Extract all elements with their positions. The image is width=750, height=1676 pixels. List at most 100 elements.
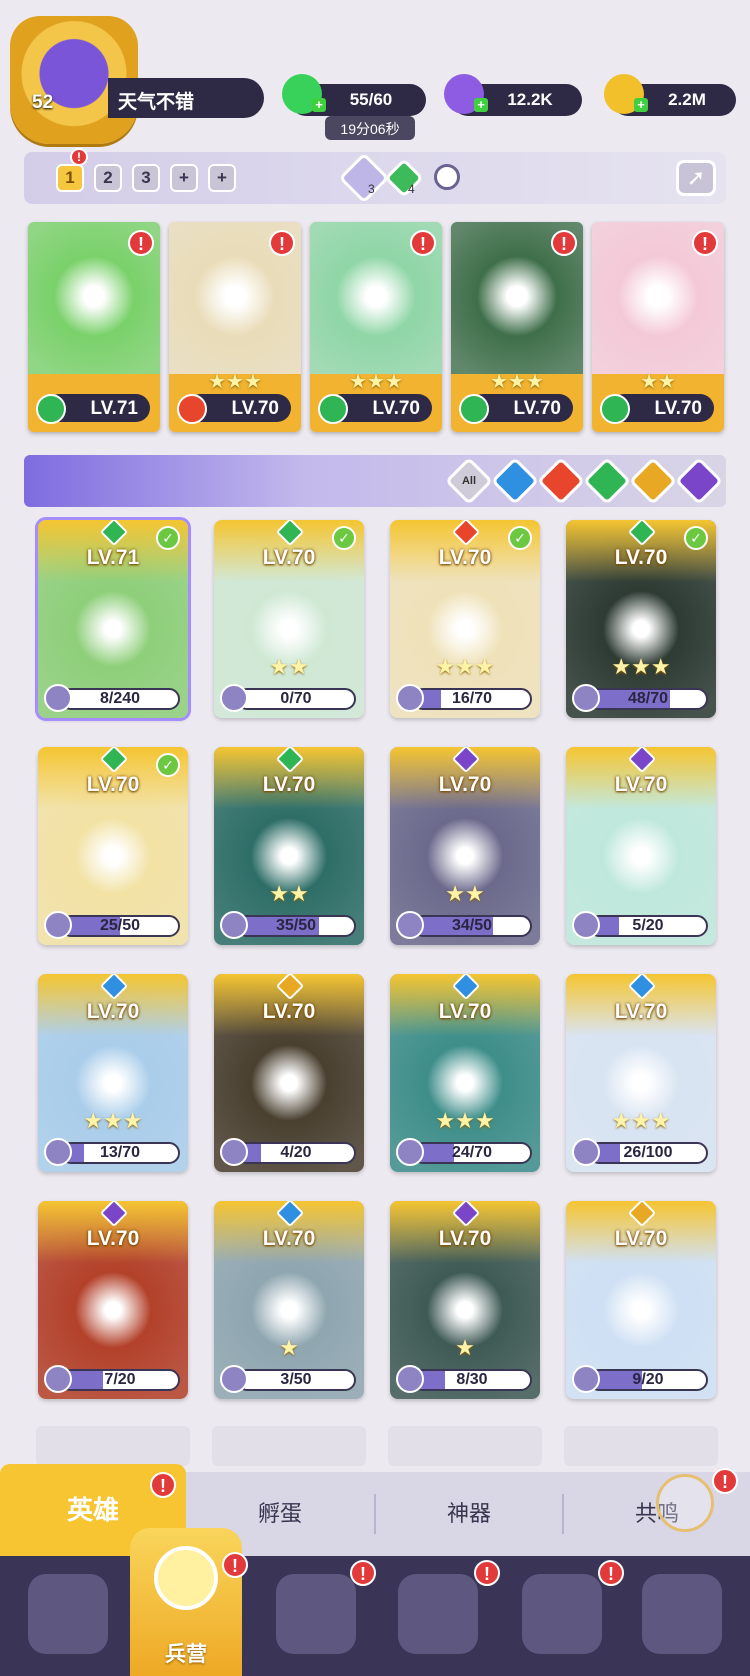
hero-card[interactable]: LV.70 9/20 [566,1201,716,1399]
shard-icon [220,1365,248,1393]
shard-progress-bar: 9/20 [588,1369,708,1391]
alert-icon: ! [474,1560,500,1586]
team-hero-card[interactable]: ★★ LV.70! [592,222,724,432]
shard-icon [572,1138,600,1166]
nav-book-icon[interactable] [276,1574,356,1654]
hero-card[interactable]: LV.70 5/20 [566,747,716,945]
share-icon[interactable]: ➚ [676,160,716,196]
hero-level: LV.70 [262,773,316,796]
gold-counter[interactable]: + 2.2M [604,74,736,116]
alert-icon: ! [350,1560,376,1586]
filter-all[interactable]: All [444,456,494,506]
nav-shop-icon[interactable] [398,1574,478,1654]
nav-guild-icon[interactable] [522,1574,602,1654]
filter-dark-icon[interactable] [674,456,724,506]
element-filter-bar: All [24,455,726,507]
hero-card[interactable]: LV.70 ✓ 25/50 [38,747,188,945]
hero-card[interactable]: LV.70 ✓ ★★★ 48/70 [566,520,716,718]
energy-timer: 19分06秒 [325,116,415,140]
filter-water-icon[interactable] [490,456,540,506]
hero-level: LV.70 [438,1227,492,1250]
check-icon: ✓ [508,526,532,550]
shard-progress-bar: 34/50 [412,915,532,937]
filter-fire-icon[interactable] [536,456,586,506]
bottom-nav: ! ! ! [0,1556,750,1676]
gem-count: 3 [368,182,375,196]
add-gems-icon[interactable]: + [474,98,488,112]
shard-icon [396,1365,424,1393]
team-hero-card[interactable]: LV.71! [28,222,160,432]
hero-stars: ★★★ [611,1108,671,1133]
check-icon: ✓ [332,526,356,550]
shard-progress-bar: 24/70 [412,1142,532,1164]
hero-level: LV.70 [614,1227,668,1250]
team-hero-card[interactable]: ★★★ LV.70! [451,222,583,432]
hero-card[interactable]: LV.71 ✓ 8/240 [35,517,191,721]
sparkle-button[interactable] [656,1474,714,1532]
nav-barracks[interactable]: 兵营 [130,1528,242,1676]
hero-card[interactable]: LV.70 ★ 8/30 [390,1201,540,1399]
hero-level: LV.70 [614,773,668,796]
player-level: 52 [32,92,54,113]
team-hero-card[interactable]: ★★★ LV.70! [169,222,301,432]
hero-card[interactable]: LV.70 ★★ 34/50 [390,747,540,945]
hero-level: LV.70 [438,773,492,796]
add-energy-icon[interactable]: + [312,98,326,112]
team-tab-add[interactable]: + [170,164,198,192]
check-icon: ✓ [156,753,180,777]
nav-cards-icon[interactable] [28,1574,108,1654]
hero-card[interactable]: LV.70 ★★★ 13/70 [38,974,188,1172]
shard-progress-bar: 8/30 [412,1369,532,1391]
team-tab-2[interactable]: 2 [94,164,122,192]
shard-progress-bar: 13/70 [60,1142,180,1164]
team-tab-1[interactable]: 1 [56,164,84,192]
alert-icon: ! [410,230,436,256]
filter-light-icon[interactable] [628,456,678,506]
hero-card[interactable]: LV.70 ✓ ★★ 0/70 [214,520,364,718]
hero-stars: ★★★ [435,654,495,679]
hero-stars: ★★ [269,881,309,906]
hero-stars: ★★ [640,371,676,393]
green-gem-icon[interactable] [384,158,424,198]
wind-element-icon [36,394,66,424]
shard-icon [572,911,600,939]
nav-banner-icon[interactable] [642,1574,722,1654]
team-hero-card[interactable]: ★★★ LV.70! [310,222,442,432]
purple-gem-icon[interactable] [338,152,390,204]
shard-icon [44,1138,72,1166]
shard-progress-bar: 48/70 [588,688,708,710]
shard-icon [572,684,600,712]
hero-card[interactable]: LV.70 ★★ 35/50 [214,747,364,945]
alert-icon: ! [150,1472,176,1498]
alert-icon: ! [692,230,718,256]
hero-stars: ★★★ [83,1108,143,1133]
hero-stars: ★ [455,1335,475,1360]
team-tab-add[interactable]: + [208,164,236,192]
hero-card[interactable]: LV.70 7/20 [38,1201,188,1399]
shard-icon [572,1365,600,1393]
shard-progress-bar: 7/20 [60,1369,180,1391]
hero-card[interactable]: LV.70 ★★★ 26/100 [566,974,716,1172]
hero-card[interactable]: LV.70 4/20 [214,974,364,1172]
shard-icon [44,684,72,712]
hero-level: LV.70 [262,1000,316,1023]
sub-tab-bar: 英雄 ! 孵蛋 神器 共鸣 ! [0,1464,750,1556]
add-gold-icon[interactable]: + [634,98,648,112]
filter-wind-icon[interactable] [582,456,632,506]
energy-counter[interactable]: + 55/60 [282,74,426,116]
next-row-peek [0,1426,750,1466]
check-icon: ✓ [156,526,180,550]
hero-stars: ★★★ [490,371,544,393]
gem-counter[interactable]: + 12.2K [444,74,582,116]
search-icon[interactable] [434,164,460,190]
hero-stars: ★★★ [208,371,262,393]
hero-card[interactable]: LV.70 ★★★ 24/70 [390,974,540,1172]
hero-card[interactable]: LV.70 ✓ ★★★ 16/70 [390,520,540,718]
shard-icon [396,684,424,712]
shard-icon [44,1365,72,1393]
shard-progress-bar: 5/20 [588,915,708,937]
hero-card[interactable]: LV.70 ★ 3/50 [214,1201,364,1399]
team-tab-3[interactable]: 3 [132,164,160,192]
tab-artifacts[interactable]: 神器 [376,1472,562,1556]
alert-icon: ! [712,1468,738,1494]
